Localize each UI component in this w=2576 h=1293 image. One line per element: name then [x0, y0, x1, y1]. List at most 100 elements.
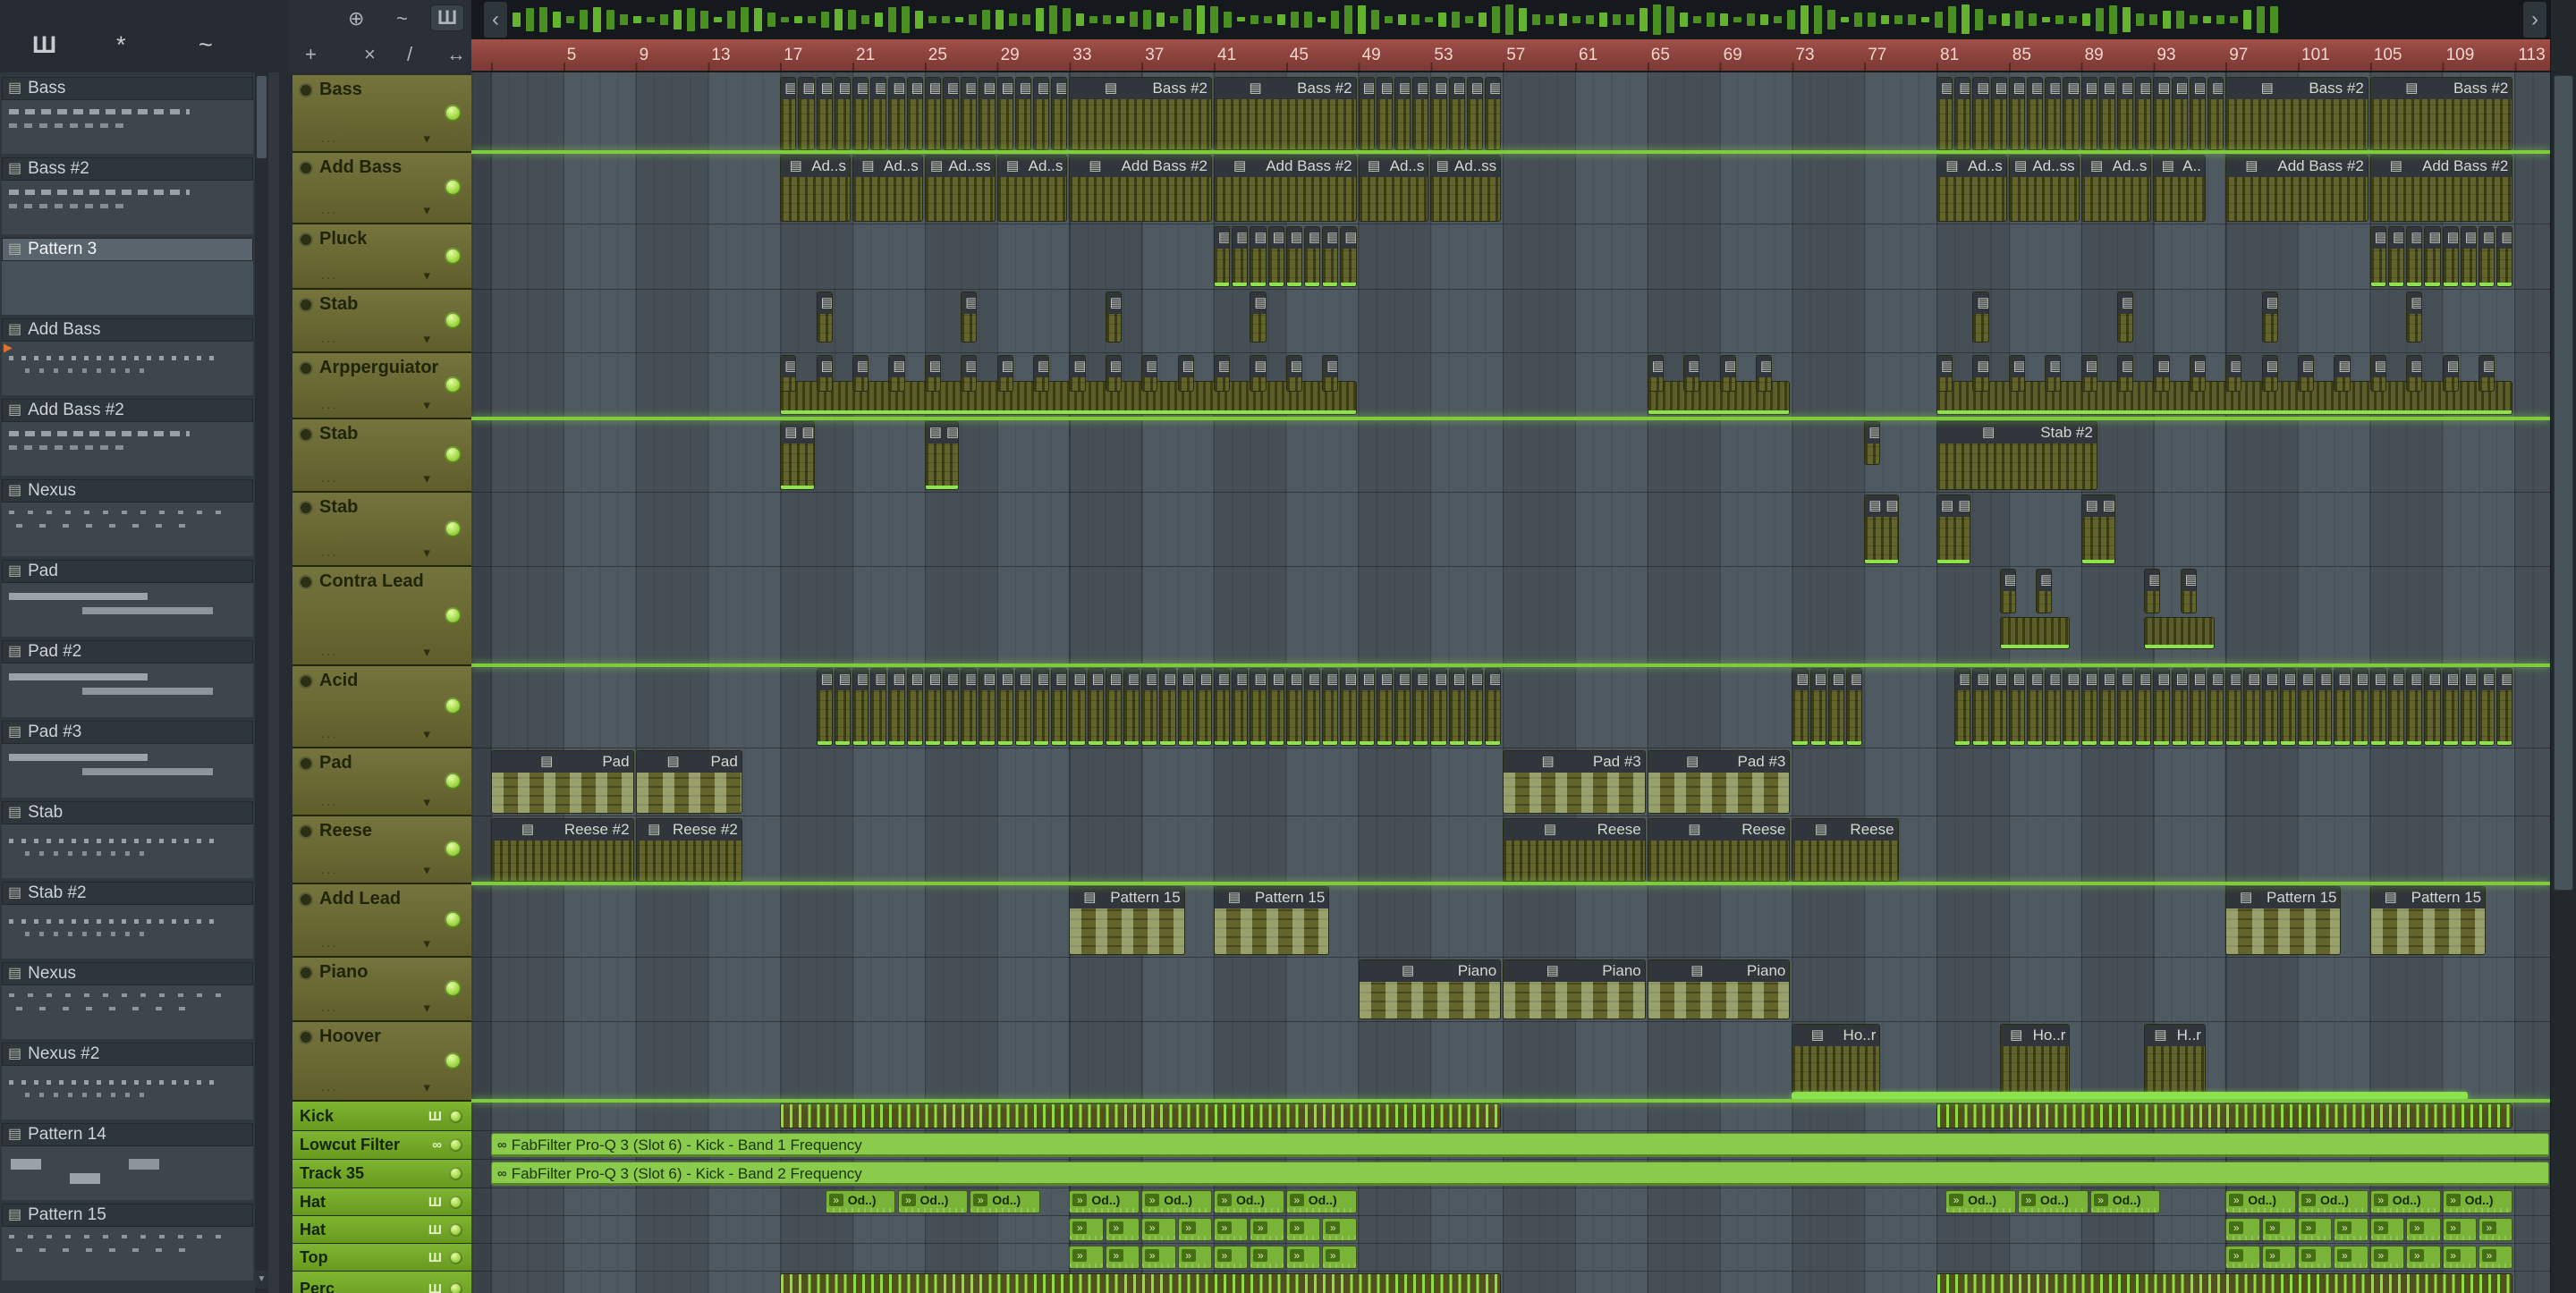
- track-menu-icon[interactable]: ▾: [423, 331, 430, 347]
- track-mute-led[interactable]: [445, 911, 462, 928]
- pattern-clip[interactable]: ▤: [1936, 355, 1953, 392]
- pattern-clip[interactable]: ▤: [1792, 668, 1809, 746]
- pattern-clip[interactable]: ▤: [1214, 355, 1231, 392]
- pattern-clip[interactable]: ▤: [2098, 77, 2115, 150]
- pattern-clip[interactable]: ▤: [2369, 226, 2386, 287]
- pattern-clip[interactable]: ▤ Bass #2: [2369, 77, 2513, 150]
- track-header[interactable]: Pluck... ▾: [292, 224, 471, 290]
- pattern-clip[interactable]: ▤: [1214, 668, 1231, 746]
- pattern-clip[interactable]: ▤ Reese: [1503, 818, 1646, 882]
- track-row[interactable]: [471, 224, 2550, 290]
- paint-tool-icon[interactable]: /: [407, 43, 412, 66]
- pattern-clip[interactable]: ▤ ▤: [1864, 494, 1899, 564]
- track-row[interactable]: [471, 567, 2550, 666]
- pattern-clip[interactable]: ▤: [924, 355, 941, 392]
- pattern-clip[interactable]: ▤: [834, 668, 851, 746]
- kick-pattern-clip[interactable]: [1936, 1273, 2513, 1293]
- pattern-clip[interactable]: ▤: [2261, 355, 2278, 392]
- pattern-picker-scrollbar[interactable]: [255, 72, 268, 1293]
- audio-clip[interactable]: » Od..): [970, 1190, 1041, 1213]
- pattern-clip[interactable]: ▤: [1376, 668, 1393, 746]
- pattern-list-item[interactable]: ▤ Pattern 14: [2, 1123, 253, 1202]
- track-menu-icon[interactable]: ▾: [423, 267, 430, 283]
- kick-pattern-clip[interactable]: [780, 1273, 1502, 1293]
- pattern-clip[interactable]: ▤: [1394, 77, 1411, 150]
- audio-clip[interactable]: »: [1141, 1246, 1176, 1269]
- pattern-clip[interactable]: ▤: [1105, 355, 1122, 392]
- pattern-clip[interactable]: ▤: [1304, 668, 1321, 746]
- track-mute-led[interactable]: [445, 376, 462, 393]
- pattern-clip[interactable]: ▤: [2080, 355, 2097, 392]
- audio-clip[interactable]: » Od..): [1214, 1190, 1284, 1213]
- pattern-clip[interactable]: ▤: [1123, 668, 1140, 746]
- audio-clip[interactable]: »: [1285, 1246, 1321, 1269]
- audio-clip[interactable]: »: [2406, 1218, 2441, 1241]
- track-menu-icon[interactable]: ▾: [423, 644, 430, 660]
- track-row[interactable]: [471, 493, 2550, 567]
- pattern-source-button[interactable]: Ш: [430, 4, 465, 31]
- pattern-clip[interactable]: ▤: [2008, 77, 2025, 150]
- pattern-clip[interactable]: ▤: [2334, 668, 2351, 746]
- pattern-clip[interactable]: ▤: [2424, 668, 2441, 746]
- pattern-item-header[interactable]: ▤ Add Bass #2: [2, 399, 253, 422]
- pattern-clip[interactable]: ▤ ▤: [1936, 494, 1971, 564]
- pattern-item-header[interactable]: ▤ Pad #3: [2, 721, 253, 744]
- pattern-clip[interactable]: ▤ Add Bass #2: [2225, 155, 2368, 222]
- track-header[interactable]: Stab... ▾: [292, 290, 471, 353]
- pattern-clip[interactable]: ▤ Pattern 15: [1214, 886, 1330, 955]
- pattern-clip[interactable]: ▤: [1358, 668, 1375, 746]
- audio-clip[interactable]: »: [2369, 1246, 2405, 1269]
- pattern-clip[interactable]: ▤: [2063, 77, 2080, 150]
- pattern-clip[interactable]: ▤: [2479, 355, 2496, 392]
- pattern-clip[interactable]: ▤: [1846, 668, 1863, 746]
- track-row[interactable]: [471, 1022, 2550, 1102]
- star-tool-icon[interactable]: *: [116, 32, 126, 57]
- pattern-picker-scroll-thumb[interactable]: [257, 76, 267, 158]
- track-mute-led[interactable]: [449, 1222, 462, 1237]
- pattern-clip[interactable]: ▤: [1250, 292, 1267, 342]
- pattern-clip[interactable]: ▤: [888, 668, 905, 746]
- track-header[interactable]: Add Bass... ▾: [292, 153, 471, 224]
- pattern-item-header[interactable]: ▤ Add Bass: [2, 318, 253, 342]
- pattern-list-item[interactable]: ▤ Pattern 15: [2, 1204, 253, 1282]
- pattern-clip[interactable]: ▤: [961, 77, 978, 150]
- pattern-clip[interactable]: ▤: [2036, 569, 2053, 613]
- pattern-clip[interactable]: ▤: [834, 77, 851, 150]
- pattern-clip[interactable]: ▤: [2207, 77, 2224, 150]
- pattern-clip[interactable]: ▤: [2388, 668, 2405, 746]
- pattern-clip[interactable]: ▤: [2189, 355, 2206, 392]
- audio-clip[interactable]: »: [2479, 1246, 2513, 1269]
- pattern-clip[interactable]: ▤: [2135, 668, 2152, 746]
- pattern-clip[interactable]: ▤ Ad..s: [1358, 155, 1429, 222]
- audio-clip[interactable]: »: [2225, 1218, 2260, 1241]
- vertical-scroll-thumb[interactable]: [2554, 75, 2573, 891]
- pattern-clip[interactable]: ▤: [1936, 77, 1953, 150]
- pattern-clip[interactable]: ▤: [2045, 668, 2062, 746]
- pattern-clip[interactable]: ▤ Add Bass #2: [1069, 155, 1212, 222]
- pattern-clip[interactable]: ▤: [1051, 668, 1068, 746]
- pattern-clip[interactable]: ▤ Ad..s: [996, 155, 1068, 222]
- pattern-clip[interactable]: ▤ H..r: [2144, 1024, 2206, 1099]
- pattern-clip[interactable]: ▤: [2442, 355, 2459, 392]
- pattern-clip[interactable]: ▤: [780, 355, 797, 392]
- track-header[interactable]: Acid... ▾: [292, 666, 471, 748]
- pattern-clip[interactable]: ▤: [1159, 668, 1176, 746]
- audio-clip[interactable]: » Od..): [2298, 1190, 2368, 1213]
- pattern-clip[interactable]: ▤: [1827, 668, 1844, 746]
- pattern-clip-strip[interactable]: [2144, 617, 2216, 649]
- track-header[interactable]: Track 35: [292, 1160, 471, 1188]
- pattern-clip[interactable]: ▤: [1412, 77, 1429, 150]
- track-mute-led[interactable]: [445, 841, 462, 858]
- pattern-clip[interactable]: ▤: [1250, 668, 1267, 746]
- pattern-clip[interactable]: ▤: [816, 292, 833, 342]
- pattern-clip[interactable]: ▤ Piano: [1647, 959, 1791, 1019]
- track-menu-icon[interactable]: ▾: [423, 470, 430, 486]
- pattern-clip[interactable]: ▤: [2351, 668, 2368, 746]
- pattern-clip[interactable]: ▤: [2424, 226, 2441, 287]
- pattern-clip[interactable]: ▤: [1033, 77, 1050, 150]
- pattern-clip[interactable]: ▤: [2098, 668, 2115, 746]
- track-mute-led[interactable]: [449, 1195, 462, 1209]
- pattern-clip[interactable]: ▤: [1141, 668, 1158, 746]
- pattern-clip[interactable]: ▤: [2496, 226, 2513, 287]
- audio-clip[interactable]: » Od..): [825, 1190, 896, 1213]
